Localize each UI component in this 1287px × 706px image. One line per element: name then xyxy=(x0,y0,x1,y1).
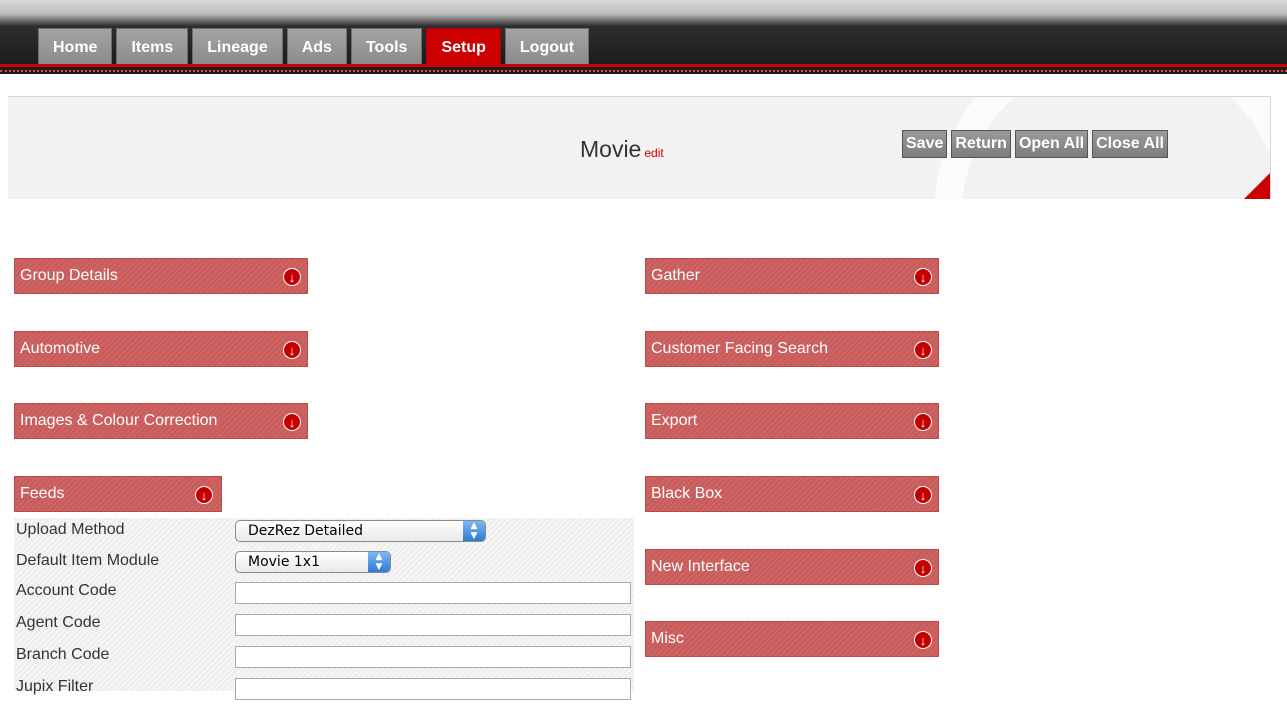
form-row-default-item-module: Default Item Module Movie 1x1 ▲ ▼ xyxy=(14,549,634,581)
expand-arrow-icon[interactable]: ↓ xyxy=(283,268,301,286)
tab-lineage[interactable]: Lineage xyxy=(192,28,283,66)
expand-arrow-icon[interactable]: ↓ xyxy=(914,559,932,577)
select-spinner-icon: ▲ ▼ xyxy=(463,521,485,541)
edit-title-link[interactable]: edit xyxy=(644,146,663,160)
page-title: Movie edit xyxy=(580,136,664,163)
page-header-panel: Movie edit Save Return Open All Close All xyxy=(8,96,1271,199)
tab-logout[interactable]: Logout xyxy=(504,28,590,66)
section-feeds[interactable]: Feeds ↓ xyxy=(14,476,222,512)
tab-ads[interactable]: Ads xyxy=(286,28,347,66)
expand-arrow-icon[interactable]: ↓ xyxy=(914,413,932,431)
expand-arrow-icon[interactable]: ↓ xyxy=(283,413,301,431)
tab-home[interactable]: Home xyxy=(38,28,113,66)
expand-arrow-icon[interactable]: ↓ xyxy=(914,268,932,286)
section-label: Black Box xyxy=(651,485,723,502)
expand-arrow-icon[interactable]: ↓ xyxy=(283,341,301,359)
form-row-branch-code: Branch Code xyxy=(14,642,634,674)
save-button[interactable]: Save xyxy=(902,130,948,158)
jupix-filter-input[interactable] xyxy=(235,678,631,700)
tab-tools[interactable]: Tools xyxy=(350,28,423,66)
corner-fold-decoration xyxy=(1244,173,1270,199)
section-misc[interactable]: Misc ↓ xyxy=(645,621,939,657)
tab-setup[interactable]: Setup xyxy=(426,28,501,66)
default-item-module-value: Movie 1x1 xyxy=(248,554,320,570)
upload-method-value: DezRez Detailed xyxy=(248,523,363,539)
section-label: New Interface xyxy=(651,558,750,575)
agent-code-input[interactable] xyxy=(235,614,631,636)
account-code-label: Account Code xyxy=(16,582,117,599)
section-images-colour-correction[interactable]: Images & Colour Correction ↓ xyxy=(14,403,308,439)
expand-arrow-icon[interactable]: ↓ xyxy=(914,341,932,359)
tab-items[interactable]: Items xyxy=(116,28,189,66)
section-automotive[interactable]: Automotive ↓ xyxy=(14,331,308,367)
upload-method-select[interactable]: DezRez Detailed ▲ ▼ xyxy=(235,520,486,542)
close-all-button[interactable]: Close All xyxy=(1092,130,1168,158)
section-gather[interactable]: Gather ↓ xyxy=(645,258,939,294)
expand-arrow-icon[interactable]: ↓ xyxy=(914,631,932,649)
section-label: Gather xyxy=(651,267,700,284)
agent-code-label: Agent Code xyxy=(16,614,101,631)
collapse-arrow-icon[interactable]: ↓ xyxy=(195,486,213,504)
nav-tabs: Home Items Lineage Ads Tools Setup Logou… xyxy=(38,28,593,66)
section-label: Automotive xyxy=(20,340,101,357)
header-button-group: Save Return Open All Close All xyxy=(902,130,1172,158)
section-label: Feeds xyxy=(20,485,65,502)
upload-method-label: Upload Method xyxy=(16,521,125,538)
section-label: Group Details xyxy=(20,267,118,284)
section-label: Export xyxy=(651,412,698,429)
page-title-text: Movie xyxy=(580,136,642,162)
section-label: Misc xyxy=(651,630,684,647)
account-code-input[interactable] xyxy=(235,582,631,604)
section-label: Customer Facing Search xyxy=(651,340,828,357)
form-row-jupix-filter: Jupix Filter xyxy=(14,674,634,706)
select-spinner-icon: ▲ ▼ xyxy=(368,552,390,572)
open-all-button[interactable]: Open All xyxy=(1014,130,1089,158)
section-customer-facing-search[interactable]: Customer Facing Search ↓ xyxy=(645,331,939,367)
default-item-module-label: Default Item Module xyxy=(16,552,160,569)
form-row-account-code: Account Code xyxy=(14,578,634,610)
section-export[interactable]: Export ↓ xyxy=(645,403,939,439)
form-row-agent-code: Agent Code xyxy=(14,610,634,642)
section-new-interface[interactable]: New Interface ↓ xyxy=(645,549,939,585)
branch-code-label: Branch Code xyxy=(16,646,110,663)
nav-red-divider xyxy=(0,64,1287,67)
default-item-module-select[interactable]: Movie 1x1 ▲ ▼ xyxy=(235,551,391,573)
section-label: Images & Colour Correction xyxy=(20,412,218,429)
return-button[interactable]: Return xyxy=(951,130,1011,158)
expand-arrow-icon[interactable]: ↓ xyxy=(914,486,932,504)
form-row-upload-method: Upload Method DezRez Detailed ▲ ▼ xyxy=(14,518,634,550)
section-black-box[interactable]: Black Box ↓ xyxy=(645,476,939,512)
top-navigation-bar: Home Items Lineage Ads Tools Setup Logou… xyxy=(0,0,1287,74)
branch-code-input[interactable] xyxy=(235,646,631,668)
section-group-details[interactable]: Group Details ↓ xyxy=(14,258,308,294)
jupix-filter-label: Jupix Filter xyxy=(16,678,94,695)
nav-dotted-divider xyxy=(0,70,1287,72)
feeds-form: Upload Method DezRez Detailed ▲ ▼ Default… xyxy=(14,518,634,700)
